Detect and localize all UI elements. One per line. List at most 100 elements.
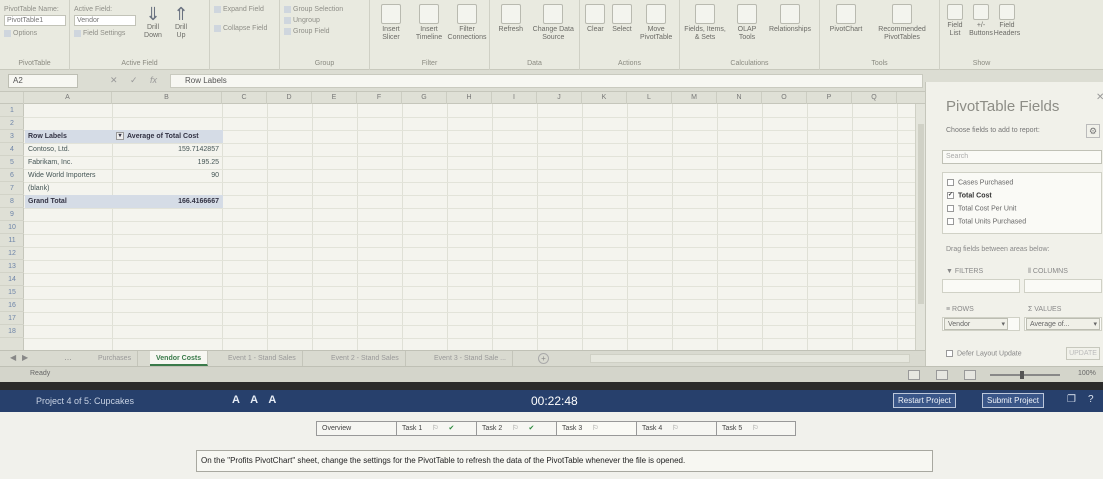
update-button[interactable]: UPDATE [1066,347,1100,360]
insert-timeline-button[interactable]: Insert Timeline [412,4,446,42]
column-header[interactable]: J [537,92,582,104]
row-header[interactable]: 15 [0,286,24,299]
sheet-tab-event-2[interactable]: Event 2 - Stand Sales [325,351,406,366]
restart-project-button[interactable]: Restart Project [893,393,956,408]
column-header[interactable]: A [24,92,112,104]
column-header[interactable]: B [112,92,222,104]
row-header[interactable]: 12 [0,247,24,260]
row-header[interactable]: 2 [0,117,24,130]
clear-button[interactable]: Clear [584,4,607,34]
active-field-input[interactable]: Vendor [74,15,136,26]
chevron-down-icon[interactable]: ▾ [1001,319,1007,331]
pivot-row-label[interactable]: Fabrikam, Inc. [25,156,113,169]
cancel-icon[interactable]: ✕ [110,75,118,86]
flag-icon[interactable]: ⚐ [672,422,678,435]
options-button[interactable]: Options [4,28,65,39]
pivot-header-value-cell[interactable]: ▾ Average of Total Cost [113,130,223,143]
row-header[interactable]: 4 [0,143,24,156]
field-checkbox[interactable]: ✓ [947,192,954,199]
defer-checkbox[interactable] [946,350,953,357]
column-header[interactable]: K [582,92,627,104]
select-button[interactable]: Select [611,4,634,34]
pivot-header-label-cell[interactable]: Row Labels [25,130,113,143]
drill-up-button[interactable]: ⇑ Drill Up [170,4,192,40]
column-header[interactable]: M [672,92,717,104]
row-header[interactable]: 1 [0,104,24,117]
zoom-slider[interactable] [990,371,1060,379]
row-header[interactable]: 6 [0,169,24,182]
grand-total-value[interactable]: 166.4166667 [113,195,223,208]
fields-items-sets-button[interactable]: Fields, Items, & Sets [684,4,726,42]
close-icon[interactable]: ✕ [1096,92,1103,103]
formula-input[interactable]: Row Labels [170,74,923,88]
page-layout-view-icon[interactable] [936,370,948,380]
task-tab-5[interactable]: Task 5 ⚐ [716,421,796,436]
horizontal-scrollbar[interactable] [590,354,910,363]
row-header[interactable]: 7 [0,182,24,195]
pivot-row-value[interactable]: 159.7142857 [113,143,223,156]
change-data-source-button[interactable]: Change Data Source [532,4,575,42]
flag-icon[interactable]: ⚐ [432,422,438,435]
worksheet-grid[interactable]: ABCDEFGHIJKLMNOPQ 1 2 3 4 5 6 7 8 9 10 11 12 13 14 15 1… [0,92,925,350]
refresh-button[interactable]: Refresh [494,4,528,34]
values-area-item[interactable]: Average of... ▾ [1026,318,1100,330]
select-all-corner[interactable] [0,92,24,104]
row-header[interactable]: 18 [0,325,24,338]
move-pivottable-button[interactable]: Move PivotTable [637,4,675,42]
olap-tools-button[interactable]: OLAP Tools [730,4,764,42]
new-sheet-icon[interactable]: + [538,353,549,364]
insert-function-icon[interactable]: fx [150,75,157,85]
field-headers-toggle[interactable]: Field Headers [994,4,1020,38]
buttons-toggle[interactable]: +/- Buttons [969,4,993,38]
pivotchart-button[interactable]: PivotChart [824,4,868,34]
row-header[interactable]: 3 [0,130,24,143]
field-search-input[interactable]: Search [942,150,1102,164]
row-header[interactable]: 16 [0,299,24,312]
columns-area[interactable] [1024,279,1102,293]
relationships-button[interactable]: Relationships [768,4,812,34]
column-header[interactable]: G [402,92,447,104]
row-header[interactable]: 5 [0,156,24,169]
restore-window-icon[interactable]: ❐ [1067,394,1076,405]
flag-icon[interactable]: ⚐ [512,422,518,435]
filter-connections-button[interactable]: Filter Connections [448,4,486,42]
zoom-level[interactable]: 100% [1078,370,1096,377]
column-header[interactable]: O [762,92,807,104]
zoom-slider-knob[interactable] [1020,371,1024,379]
pivot-row-label[interactable]: (blank) [25,182,113,195]
grand-total-label[interactable]: Grand Total [25,195,113,208]
defer-layout-update[interactable]: Defer Layout Update [946,350,1022,357]
row-header[interactable]: 13 [0,260,24,273]
row-header[interactable]: 9 [0,208,24,221]
chevron-down-icon[interactable]: ▾ [1093,319,1099,331]
column-header[interactable]: P [807,92,852,104]
collapse-field-button[interactable]: Collapse Field [214,23,275,34]
sheet-tab-vendor-costs[interactable]: Vendor Costs [150,351,209,366]
prev-sheet-icon[interactable]: ◀ [10,353,16,362]
group-selection-button[interactable]: Group Selection [284,4,365,15]
column-header[interactable]: E [312,92,357,104]
column-header[interactable]: C [222,92,267,104]
column-header[interactable]: I [492,92,537,104]
row-labels-filter-icon[interactable]: ▾ [116,132,124,141]
rows-area-item[interactable]: Vendor ▾ [944,318,1008,330]
task-tab-2[interactable]: Task 2 ⚐ ✔ [476,421,556,436]
sheet-tab-event-1[interactable]: Event 1 - Stand Sales [222,351,303,366]
column-header[interactable]: F [357,92,402,104]
ungroup-button[interactable]: Ungroup [284,15,365,26]
enter-icon[interactable]: ✓ [130,75,138,86]
drill-down-button[interactable]: ⇓ Drill Down [142,4,164,40]
field-item[interactable]: Total Cost Per Unit [947,205,1016,212]
name-box[interactable]: A2 [8,74,78,88]
field-checkbox[interactable] [947,218,954,225]
field-checkbox[interactable] [947,179,954,186]
row-header[interactable]: 11 [0,234,24,247]
row-header[interactable]: 17 [0,312,24,325]
next-sheet-icon[interactable]: ▶ [22,353,28,362]
field-item[interactable]: ✓ Total Cost [947,192,992,199]
row-header[interactable]: 14 [0,273,24,286]
help-icon[interactable]: ? [1088,394,1094,405]
pivot-row-label[interactable]: Wide World Importers [25,169,113,182]
task-tab-4[interactable]: Task 4 ⚐ [636,421,716,436]
page-break-view-icon[interactable] [964,370,976,380]
